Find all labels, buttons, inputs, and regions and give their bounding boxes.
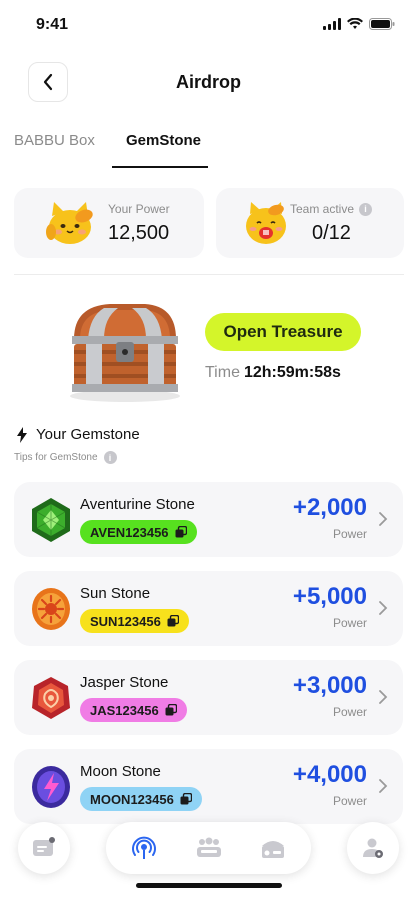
- gem-power: +4,000: [292, 761, 367, 788]
- team-label-row: Team active i: [290, 202, 373, 216]
- header: Airdrop: [0, 62, 417, 104]
- gem-power: +2,000: [292, 494, 367, 521]
- gem-code-badge[interactable]: JAS123456: [80, 698, 187, 722]
- gem-code-badge[interactable]: SUN123456: [80, 609, 189, 633]
- wifi-icon: [347, 18, 363, 29]
- tab-bar: BABBU Box GemStone: [0, 128, 417, 172]
- gem-card-moon[interactable]: Moon Stone MOON123456 +4,000 Power: [14, 749, 403, 824]
- section-title-row: Your Gemstone: [16, 426, 140, 443]
- signal-icon: [323, 18, 341, 30]
- team-card: Team active i 0/12: [216, 188, 404, 258]
- gem-code-badge[interactable]: MOON123456: [80, 787, 202, 811]
- copy-icon: [165, 704, 177, 716]
- gem-card-jasper[interactable]: Jasper Stone JAS123456 +3,000 Power: [14, 660, 403, 735]
- gem-power: +5,000: [292, 583, 367, 610]
- gem-code: MOON123456: [90, 791, 174, 807]
- orange-gem-icon: [32, 588, 70, 630]
- gem-power-label: Power: [332, 527, 367, 541]
- mascot-eating-icon: [246, 202, 286, 244]
- gem-code: JAS123456: [90, 702, 159, 718]
- divider: [14, 274, 404, 275]
- nav-team[interactable]: [195, 834, 223, 862]
- section-title: Your Gemstone: [36, 426, 140, 443]
- chevron-right-icon: [379, 512, 388, 526]
- tab-gemstone[interactable]: GemStone: [126, 132, 201, 149]
- home-indicator: [136, 883, 282, 888]
- copy-icon: [180, 793, 192, 805]
- status-icons: [323, 18, 395, 30]
- green-gem-icon: [32, 498, 70, 542]
- vault-icon: [262, 841, 284, 858]
- nav-pill: [106, 822, 311, 874]
- purple-gem-icon: [32, 766, 70, 808]
- gem-name: Sun Stone: [80, 585, 151, 602]
- gem-name: Jasper Stone: [80, 674, 169, 691]
- copy-icon: [167, 615, 179, 627]
- power-value: 12,500: [108, 222, 170, 244]
- mascot-icon: [46, 202, 93, 244]
- status-bar: 9:41: [0, 0, 417, 50]
- info-icon[interactable]: i: [103, 451, 117, 464]
- nav-chat[interactable]: [18, 822, 70, 874]
- team-label: Team active: [290, 202, 355, 216]
- red-gem-icon: [32, 677, 70, 719]
- gem-power-label: Power: [332, 705, 367, 719]
- countdown-value: 12h:59m:58s: [243, 364, 341, 381]
- lightning-icon: [17, 426, 27, 443]
- page-title: Airdrop: [176, 72, 241, 92]
- gem-power-label: Power: [332, 794, 367, 808]
- gem-code-badge[interactable]: AVEN123456: [80, 520, 197, 544]
- countdown-label: Time: [205, 364, 240, 381]
- open-treasure-button[interactable]: Open Treasure: [205, 313, 361, 351]
- chat-icon: [33, 837, 55, 856]
- section-tip-row: Tips for GemStone i: [14, 451, 117, 464]
- gem-card-aventurine[interactable]: Aventurine Stone AVEN123456 +2,000 Power: [14, 482, 403, 557]
- info-icon[interactable]: i: [359, 202, 373, 216]
- copy-icon: [175, 526, 187, 538]
- gem-name: Moon Stone: [80, 763, 161, 780]
- tab-babbu-box[interactable]: BABBU Box: [14, 132, 95, 149]
- section-tip: Tips for GemStone: [14, 452, 98, 463]
- power-label: Your Power: [108, 202, 170, 216]
- chevron-right-icon: [379, 690, 388, 704]
- gem-card-sun[interactable]: Sun Stone SUN123456 +5,000 Power: [14, 571, 403, 646]
- team-icon: [197, 837, 221, 857]
- profile-icon: [363, 838, 383, 858]
- gem-code: AVEN123456: [90, 524, 169, 540]
- nav-profile[interactable]: [347, 822, 399, 874]
- gem-name: Aventurine Stone: [80, 496, 195, 513]
- gem-power-label: Power: [332, 616, 367, 630]
- gem-code: SUN123456: [90, 613, 161, 629]
- power-card: Your Power 12,500: [14, 188, 204, 258]
- bottom-nav: [0, 818, 417, 874]
- chevron-right-icon: [379, 779, 388, 793]
- chevron-right-icon: [379, 601, 388, 615]
- treasure-chest-icon: [70, 304, 180, 402]
- team-value: 0/12: [312, 222, 351, 244]
- airdrop-icon: [132, 836, 156, 859]
- nav-vault[interactable]: [259, 834, 287, 862]
- tab-active-indicator: [112, 166, 208, 168]
- battery-icon: [369, 18, 395, 30]
- nav-airdrop[interactable]: [130, 834, 158, 862]
- gem-power: +3,000: [292, 672, 367, 699]
- status-time: 9:41: [36, 16, 69, 33]
- countdown: Time 12h:59m:58s: [205, 364, 341, 382]
